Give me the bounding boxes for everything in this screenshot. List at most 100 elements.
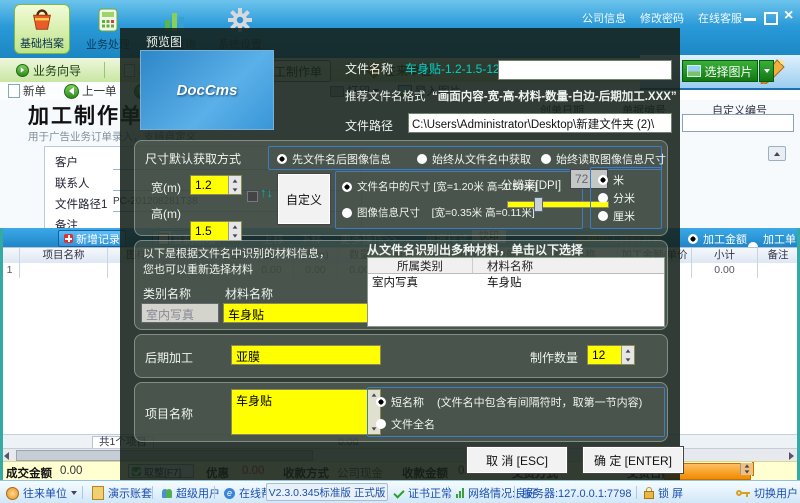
status-server: 服务器:127.0.0.1:7798: [522, 485, 631, 501]
customer-label: 客户: [45, 154, 113, 170]
status-separator: [636, 486, 637, 499]
status-super-user[interactable]: 超级用户: [162, 485, 220, 501]
custom-size-button[interactable]: 自定义: [277, 173, 331, 225]
radio-icon: [342, 182, 352, 192]
version-box: V2.3.0.345标准版 正式版: [266, 483, 388, 501]
add-icon: [64, 234, 73, 243]
app-window: 基础档案 业务处理 报表查询 系统设置 公司信息 修改密码 在线客服 ×: [0, 0, 800, 503]
status-demo-account[interactable]: 演示账套: [92, 485, 152, 501]
material-input-value: 车身贴: [228, 308, 264, 322]
spin-up-icon[interactable]: [745, 464, 750, 467]
radio-size-mode-filename-first[interactable]: 先文件名后图像信息: [277, 151, 391, 167]
minimize-button[interactable]: [744, 18, 756, 21]
link-change-password[interactable]: 修改密码: [640, 10, 684, 26]
file-path-label: 文件路径: [345, 117, 393, 134]
radio-label: 米: [613, 172, 624, 188]
spin-up-icon[interactable]: [626, 349, 631, 352]
size-panel: 尺寸默认获取方式 先文件名后图像信息 始终从文件名中获取 始终读取图像信息尺寸 …: [134, 140, 668, 236]
unit-group: 米 分米 厘米: [590, 167, 662, 229]
nav-base-archive[interactable]: 基础档案: [14, 4, 70, 54]
radio-dim-from-image[interactable]: 图像信息尺寸 [宽=0.35米 高=0.11米]: [342, 205, 535, 220]
material-table-row[interactable]: 室内写真 车身贴: [368, 274, 664, 290]
link-company-info[interactable]: 公司信息: [582, 10, 626, 26]
pick-hint: 从文件名识别出多种材料，单击以下选择: [367, 241, 583, 258]
quantity-spinner[interactable]: 12: [587, 345, 635, 365]
post-process-input[interactable]: 亚膜: [231, 345, 381, 365]
radio-short-name[interactable]: 短名称 (文件名中包含有间隔符时，取第一节内容): [376, 394, 642, 410]
grid-column-header[interactable]: 项目名称: [20, 248, 108, 263]
dropdown-icon: [71, 491, 77, 495]
grid-column-header[interactable]: 备注: [758, 248, 799, 263]
radio-unit-centimeter[interactable]: 厘米: [598, 208, 635, 224]
width-spinner[interactable]: 1.2: [190, 175, 242, 195]
spin-up-icon[interactable]: [233, 179, 238, 182]
spin-down-icon[interactable]: [233, 188, 238, 191]
radio-full-name[interactable]: 文件全名: [376, 416, 435, 432]
recommend-label: 推荐文件名格式: [345, 88, 426, 104]
slider-thumb[interactable]: [534, 197, 543, 212]
prev-order-button[interactable]: 上一单: [64, 83, 117, 99]
tab-business-wizard[interactable]: 业务向导: [8, 60, 89, 80]
version-label: V2.3.0.345标准版 正式版: [269, 485, 386, 500]
file-name-input[interactable]: [498, 60, 672, 80]
lock-screen-button[interactable]: 锁 屏: [644, 485, 683, 501]
file-path-input[interactable]: C:\Users\Administrator\Desktop\新建文件夹 (2)…: [408, 113, 672, 133]
status-partners-menu[interactable]: 往来单位: [6, 485, 77, 501]
height-spinner[interactable]: 1.5: [190, 221, 242, 241]
choose-image-button[interactable]: 选择图片: [682, 60, 758, 82]
choose-image-dropdown[interactable]: [759, 60, 774, 82]
spin-value: 12: [592, 348, 605, 362]
radio-icon: [277, 154, 287, 164]
preview-logo: DocCms: [177, 82, 238, 99]
column-material[interactable]: 材料名称: [473, 258, 664, 274]
prev-icon: [64, 84, 79, 99]
spin-down-icon[interactable]: [745, 470, 750, 473]
category-label: 类别名称: [143, 285, 191, 302]
custom-no-input[interactable]: [682, 114, 794, 132]
grid-cell[interactable]: 1: [0, 263, 20, 278]
radio-process-amount[interactable]: 加工金额: [688, 231, 747, 247]
quantity-label: 制作数量: [530, 349, 578, 366]
grid-cell[interactable]: [20, 263, 108, 278]
category-input[interactable]: 室内写真: [141, 303, 219, 323]
key-icon: [736, 489, 750, 497]
radio-unit-decimeter[interactable]: 分米: [598, 190, 635, 206]
spin-down-icon[interactable]: [233, 234, 238, 237]
new-doc-icon: [8, 84, 20, 98]
cert-check-icon: [393, 487, 404, 498]
calculator-icon: [95, 7, 121, 36]
add-record-button[interactable]: 新增记录: [58, 230, 126, 247]
spin-down-icon[interactable]: [626, 358, 631, 361]
grid-column-header[interactable]: [0, 248, 20, 263]
radio-label: 分米: [613, 190, 635, 206]
grid-cell[interactable]: 0.00: [692, 263, 758, 278]
radio-size-mode-filename-always[interactable]: 始终从文件名中获取: [417, 151, 531, 167]
deal-amount-value[interactable]: 0.00: [60, 465, 82, 477]
close-button[interactable]: ×: [784, 8, 793, 24]
swap-checkbox[interactable]: [247, 191, 258, 202]
window-edge-left: [0, 228, 3, 480]
project-name-textarea[interactable]: 车身贴: [231, 389, 381, 435]
tab-separator: [104, 62, 105, 78]
new-order-button[interactable]: 新单: [8, 83, 46, 99]
grid-cell[interactable]: [758, 263, 799, 278]
switch-user-button[interactable]: 切换用户: [736, 485, 798, 501]
filepath-label: 文件路径1: [45, 196, 113, 212]
delivery-date-spinner[interactable]: [752, 462, 754, 476]
radio-unit-meter[interactable]: 米: [598, 172, 624, 188]
scroll-left-icon[interactable]: [4, 452, 9, 460]
radio-size-mode-image-always[interactable]: 始终读取图像信息尺寸: [541, 151, 666, 167]
spin-up-icon[interactable]: [233, 225, 238, 228]
scroll-right-icon[interactable]: [789, 452, 794, 460]
ok-button[interactable]: 确 定 [ENTER]: [582, 446, 684, 474]
collapse-button[interactable]: [768, 146, 786, 161]
cancel-button[interactable]: 取 消 [ESC]: [466, 446, 568, 474]
maximize-button[interactable]: [764, 12, 778, 25]
link-online-service[interactable]: 在线客服: [698, 10, 742, 26]
swap-arrows-icon[interactable]: ↑↓: [260, 185, 273, 200]
grid-column-header[interactable]: 小计: [692, 248, 758, 263]
size-mode-label: 尺寸默认获取方式: [145, 150, 241, 167]
radio-label: 短名称: [391, 394, 424, 410]
button-label: 新增记录: [76, 231, 120, 247]
column-category[interactable]: 所属类别: [368, 258, 473, 274]
